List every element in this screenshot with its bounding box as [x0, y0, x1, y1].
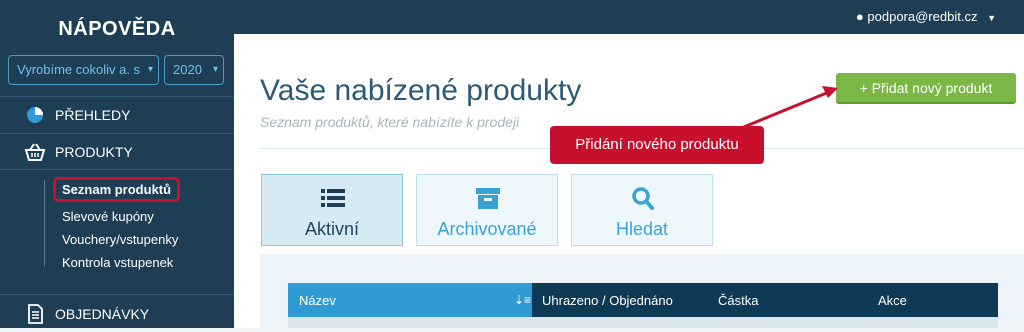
- company-select[interactable]: Vyrobíme cokoliv a. s ▾: [8, 55, 159, 85]
- caret-down-icon: ▼: [987, 13, 996, 23]
- nav-item-orders[interactable]: OBJEDNÁVKY: [0, 296, 234, 332]
- sidebar-divider: [0, 169, 234, 170]
- nav-label-overview: PŘEHLEDY: [55, 107, 131, 123]
- sidebar: NÁPOVĚDA Vyrobíme cokoliv a. s ▾ 2020 ▾ …: [0, 0, 234, 328]
- column-header-amount[interactable]: Částka: [718, 293, 758, 308]
- tab-label-active: Aktivní: [304, 219, 360, 239]
- tab-active[interactable]: Aktivní: [261, 174, 403, 246]
- user-icon: ●: [855, 9, 864, 24]
- tab-archived[interactable]: Archivované: [416, 174, 558, 246]
- context-selects: Vyrobíme cokoliv a. s ▾ 2020 ▾: [8, 55, 224, 85]
- user-email: podpora@redbit.cz: [867, 9, 978, 24]
- brand-title: NÁPOVĚDA: [58, 18, 176, 40]
- chevron-down-icon: ▾: [147, 64, 153, 75]
- list-icon: [321, 189, 345, 207]
- sort-icon[interactable]: ⇣≡: [514, 293, 531, 307]
- sub-item-product-list[interactable]: Seznam produktů: [53, 177, 181, 202]
- pie-chart-icon: [27, 107, 43, 123]
- document-icon: [28, 304, 43, 324]
- user-menu[interactable]: ● podpora@redbit.cz ▼: [856, 9, 996, 24]
- column-header-actions: Akce: [878, 293, 907, 308]
- products-submenu: Seznam produktů Slevové kupóny Vouchery/…: [44, 177, 224, 270]
- sub-item-vouchers[interactable]: Vouchery/vstupenky: [62, 232, 178, 247]
- sub-item-ticket-check[interactable]: Kontrola vstupenek: [62, 255, 173, 270]
- chevron-down-icon: ▾: [212, 64, 218, 75]
- column-name-cell[interactable]: Název ⇣≡: [288, 283, 532, 317]
- main-content: Vaše nabízené produkty Seznam produktů, …: [234, 34, 1024, 328]
- year-select[interactable]: 2020 ▾: [164, 55, 224, 85]
- column-header-name: Název: [299, 293, 336, 308]
- sub-item-coupons[interactable]: Slevové kupóny: [62, 209, 154, 224]
- column-header-paid[interactable]: Uhrazeno / Objednáno: [542, 293, 673, 308]
- archive-icon: [476, 188, 500, 209]
- nav-item-products[interactable]: PRODUKTY: [0, 134, 234, 170]
- nav-label-products: PRODUKTY: [55, 144, 133, 160]
- table-header: Název ⇣≡ Uhrazeno / Objednáno Částka Akc…: [288, 283, 998, 317]
- tab-search[interactable]: Hledat: [571, 174, 713, 246]
- submenu-line: [44, 180, 45, 266]
- nav-item-overview[interactable]: PŘEHLEDY: [0, 97, 234, 133]
- table-row: [288, 317, 998, 328]
- year-select-value: 2020: [173, 62, 202, 77]
- basket-icon: [24, 143, 46, 161]
- company-select-value: Vyrobíme cokoliv a. s: [17, 62, 141, 77]
- tab-label-archived: Archivované: [437, 219, 537, 239]
- top-bar: ● podpora@redbit.cz ▼: [234, 0, 1024, 34]
- callout-label: Přidání nového produktu: [550, 126, 764, 164]
- sidebar-divider: [0, 294, 234, 295]
- tab-label-search: Hledat: [615, 219, 669, 239]
- search-icon: [632, 187, 654, 210]
- nav-label-orders: OBJEDNÁVKY: [55, 306, 150, 322]
